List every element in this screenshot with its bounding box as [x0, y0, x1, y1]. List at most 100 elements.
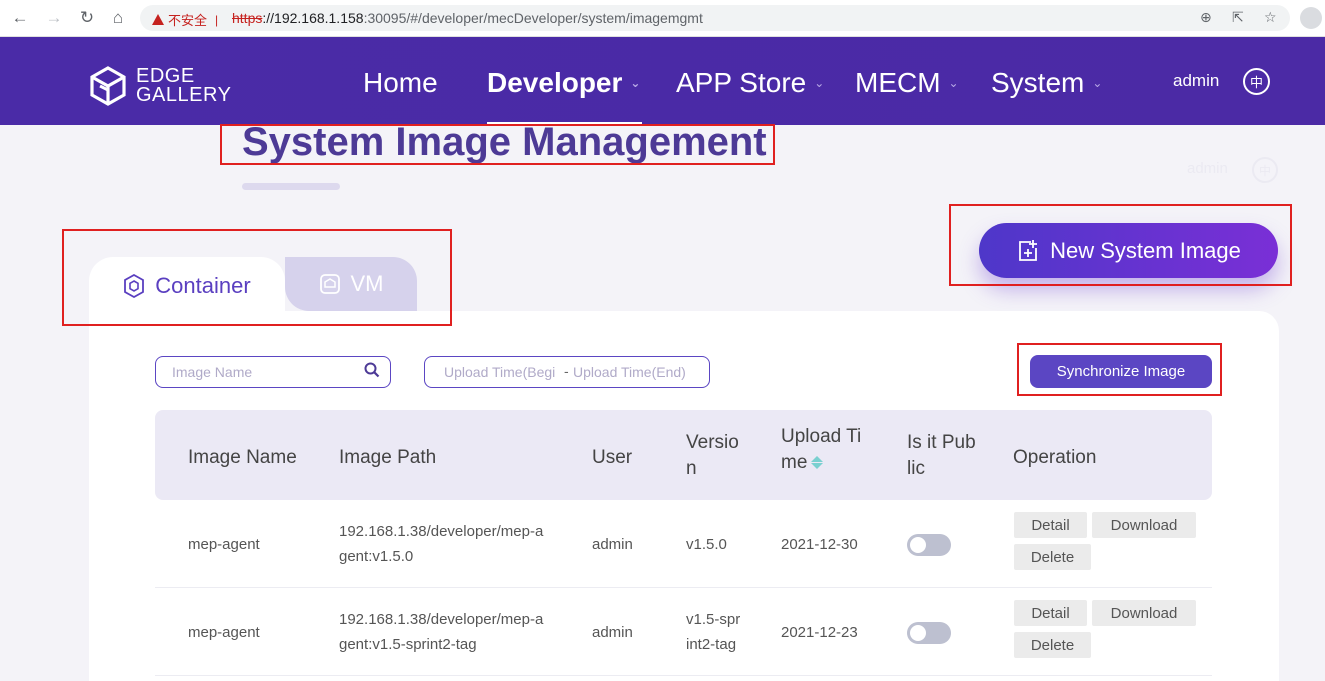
download-button[interactable]: Download — [1092, 600, 1196, 626]
cell-upload-time: 2021-12-23 — [781, 624, 858, 641]
app-header: EDGE GALLERY Home Developer ⌄ APP Store ⌄ … — [0, 37, 1325, 125]
nav-home[interactable]: Home — [363, 67, 438, 99]
new-system-image-button[interactable]: New System Image — [979, 223, 1278, 278]
column-header-version-line1: Versio — [686, 432, 739, 453]
profile-avatar-icon[interactable] — [1300, 7, 1322, 29]
table-row: mep-agent 192.168.1.38/developer/mep-a g… — [155, 588, 1212, 676]
browser-toolbar: ← → ↻ ⌂ 不安全 | https://192.168.1.158:3009… — [0, 0, 1325, 37]
separator: | — [215, 12, 219, 27]
warning-icon — [152, 14, 164, 25]
home-icon[interactable]: ⌂ — [108, 8, 128, 28]
nav-mecm-label: MECM — [855, 67, 941, 98]
cell-version-line1: v1.5-spr — [686, 611, 741, 628]
detail-button[interactable]: Detail — [1014, 600, 1087, 626]
download-button[interactable]: Download — [1092, 512, 1196, 538]
column-header-operation: Operation — [1013, 447, 1097, 468]
cell-version-line2: int2-tag — [686, 636, 737, 653]
column-header-version: Versio n — [686, 430, 739, 482]
star-icon[interactable]: ☆ — [1264, 9, 1277, 26]
nav-app-store[interactable]: APP Store ⌄ — [676, 67, 824, 99]
column-header-is-public-line1: Is it Pub — [907, 432, 976, 453]
user-menu[interactable]: admin — [1173, 71, 1219, 91]
zoom-icon[interactable]: ⊕ — [1200, 9, 1212, 26]
url-text: https://192.168.1.158:30095/#/developer/… — [232, 10, 703, 26]
column-header-upload-time[interactable]: Upload Ti me — [781, 424, 861, 476]
cell-image-path-line1: 192.168.1.38/developer/mep-a — [339, 523, 544, 540]
security-warning[interactable]: 不安全 | — [152, 10, 222, 29]
cell-user: admin — [592, 624, 633, 641]
table-header: Image Name Image Path User Versio n Uplo… — [155, 410, 1212, 500]
upload-time-range-picker[interactable]: Upload Time(Begi - Upload Time(End) — [424, 356, 710, 388]
add-file-icon — [1019, 239, 1038, 261]
new-system-image-label: New System Image — [1050, 237, 1241, 263]
column-header-upload-time-line2: me — [781, 452, 808, 473]
edgegallery-logo[interactable]: EDGE GALLERY — [90, 66, 231, 106]
date-range-separator: - — [564, 363, 569, 379]
tab-vm[interactable]: VM — [285, 257, 417, 311]
column-header-is-public-line2: lic — [907, 458, 925, 479]
cell-image-path-line2: gent:v1.5-sprint2-tag — [339, 636, 477, 653]
cell-version: v1.5-spr int2-tag — [686, 607, 740, 657]
cell-image-path: 192.168.1.38/developer/mep-a gent:v1.5.0 — [339, 519, 543, 569]
nav-developer[interactable]: Developer ⌄ — [487, 67, 640, 99]
nav-system-label: System — [991, 67, 1085, 98]
public-toggle[interactable] — [907, 622, 951, 644]
upload-time-start-field[interactable]: Upload Time(Begi — [444, 364, 562, 380]
column-header-image-path: Image Path — [339, 447, 437, 468]
forward-arrow-icon[interactable]: → — [44, 8, 64, 28]
nav-home-label: Home — [363, 67, 438, 98]
cell-image-name: mep-agent — [188, 536, 260, 553]
delete-button[interactable]: Delete — [1014, 544, 1091, 570]
language-switch-icon[interactable]: 中 — [1243, 68, 1270, 95]
column-header-is-public: Is it Pub lic — [907, 430, 976, 482]
tab-vm-label: VM — [350, 271, 384, 296]
ghost-user-label: admin — [1187, 160, 1228, 177]
cell-image-path-line1: 192.168.1.38/developer/mep-a — [339, 611, 544, 628]
tab-container[interactable]: Container — [89, 257, 285, 315]
back-arrow-icon[interactable]: ← — [10, 8, 30, 28]
logo-cube-icon — [90, 66, 126, 106]
url-scheme: https — [232, 10, 263, 26]
cell-image-path-line2: gent:v1.5.0 — [339, 548, 414, 565]
sort-icon[interactable] — [811, 456, 824, 470]
column-header-upload-time-line1: Upload Ti — [781, 426, 862, 447]
cell-version: v1.5.0 — [686, 536, 727, 553]
column-header-user: User — [592, 447, 633, 468]
chevron-down-icon: ⌄ — [814, 76, 825, 90]
cell-image-name: mep-agent — [188, 624, 260, 641]
public-toggle[interactable] — [907, 534, 951, 556]
synchronize-image-button[interactable]: Synchronize Image — [1030, 355, 1212, 388]
logo-line2: GALLERY — [136, 84, 232, 106]
search-placeholder: Image Name — [172, 364, 253, 380]
page-title: System Image Management — [242, 120, 767, 164]
nav-system[interactable]: System ⌄ — [991, 67, 1102, 99]
cell-upload-time: 2021-12-30 — [781, 536, 858, 553]
delete-button[interactable]: Delete — [1014, 632, 1091, 658]
nav-mecm[interactable]: MECM ⌄ — [855, 67, 959, 99]
search-icon[interactable] — [364, 362, 380, 378]
ghost-language-icon: 中 — [1252, 157, 1278, 183]
nav-app-store-label: APP Store — [676, 67, 807, 98]
search-input[interactable]: Image Name — [155, 356, 391, 388]
vm-icon — [319, 274, 340, 294]
upload-time-end-field[interactable]: Upload Time(End) — [573, 364, 687, 380]
table-row: mep-agent 192.168.1.38/developer/mep-a g… — [155, 500, 1212, 588]
detail-button[interactable]: Detail — [1014, 512, 1087, 538]
chevron-down-icon: ⌄ — [630, 76, 641, 90]
address-bar[interactable]: 不安全 | https://192.168.1.158:30095/#/deve… — [140, 5, 1290, 31]
share-icon[interactable]: ⇱ — [1232, 9, 1244, 26]
title-underline — [242, 183, 340, 190]
tab-container-label: Container — [155, 273, 251, 298]
url-path: :30095/#/developer/mecDeveloper/system/i… — [363, 10, 703, 26]
cell-user: admin — [592, 536, 633, 553]
cell-image-path: 192.168.1.38/developer/mep-a gent:v1.5-s… — [339, 607, 543, 657]
security-warning-text: 不安全 — [168, 13, 208, 28]
reload-icon[interactable]: ↻ — [77, 8, 97, 28]
chevron-down-icon: ⌄ — [1092, 76, 1103, 90]
url-host: ://192.168.1.158 — [262, 10, 364, 26]
column-header-image-name: Image Name — [188, 447, 297, 468]
container-icon — [124, 274, 145, 298]
chevron-down-icon: ⌄ — [948, 76, 959, 90]
nav-developer-label: Developer — [487, 67, 623, 98]
column-header-version-line2: n — [686, 458, 697, 479]
